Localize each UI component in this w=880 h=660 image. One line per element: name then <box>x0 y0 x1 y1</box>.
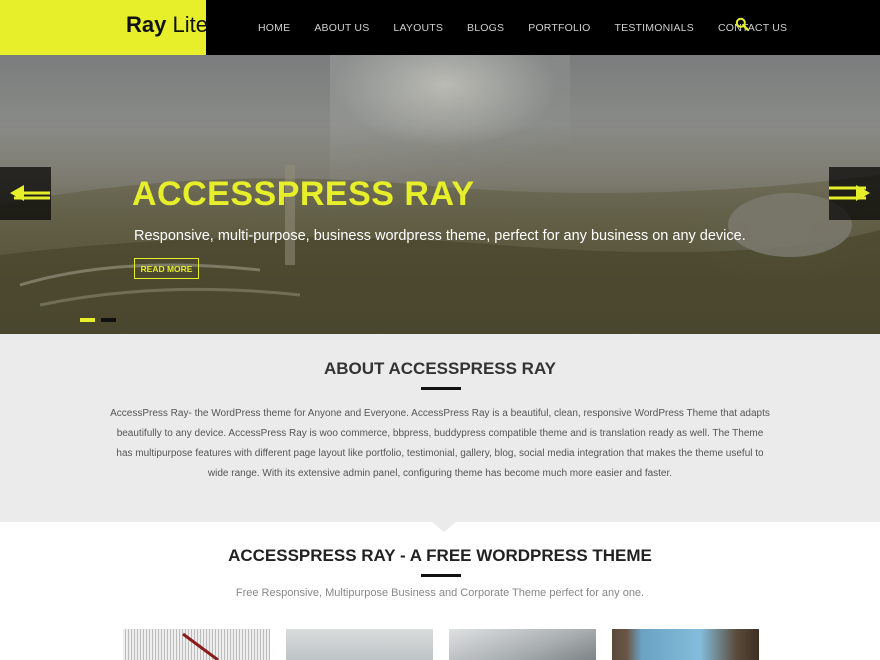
logo-text[interactable]: Ray Lite <box>126 12 208 38</box>
logo-bold: Ray <box>126 12 167 37</box>
slider-prev-button[interactable] <box>0 167 51 220</box>
free-theme-subtitle: Free Responsive, Multipurpose Business a… <box>235 587 645 599</box>
read-more-button[interactable]: READ MORE <box>134 258 199 279</box>
feature-thumbnail-3[interactable] <box>449 629 596 660</box>
slider-dot-1[interactable] <box>80 318 95 322</box>
logo-light: Lite <box>172 12 208 37</box>
site-logo[interactable]: Ray Lite <box>0 0 208 55</box>
nav-portfolio[interactable]: PORTFOLIO <box>516 22 602 34</box>
free-theme-underline <box>421 574 461 577</box>
about-section: ABOUT ACCESSPRESS RAY AccessPress Ray- t… <box>0 334 880 522</box>
free-theme-title: ACCESSPRESS RAY - A FREE WORDPRESS THEME <box>228 546 652 565</box>
main-nav: HOME ABOUT US LAYOUTS BLOGS PORTFOLIO TE… <box>246 0 799 55</box>
section-notch <box>432 522 456 532</box>
about-title-underline <box>421 387 461 390</box>
arrow-right-icon <box>829 185 870 201</box>
slider-pagination <box>80 318 116 322</box>
feature-thumbnail-1[interactable] <box>123 629 270 660</box>
feature-thumbnail-4[interactable] <box>612 629 759 660</box>
feature-thumbnail-2[interactable] <box>286 629 433 660</box>
arrow-left-icon <box>10 185 50 201</box>
hero-subtitle: Responsive, multi-purpose, business word… <box>134 228 746 244</box>
site-header: Ray Lite HOME ABOUT US LAYOUTS BLOGS POR… <box>0 0 880 55</box>
pen-document-image <box>182 632 219 660</box>
nav-about-us[interactable]: ABOUT US <box>302 22 381 34</box>
hero-slider: ACCESSPRESS RAY Responsive, multi-purpos… <box>0 55 880 334</box>
nav-testimonials[interactable]: TESTIMONIALS <box>603 22 706 34</box>
nav-home[interactable]: HOME <box>246 22 302 34</box>
about-text: AccessPress Ray- the WordPress theme for… <box>110 408 770 479</box>
nav-layouts[interactable]: LAYOUTS <box>381 22 455 34</box>
nav-blogs[interactable]: BLOGS <box>455 22 516 34</box>
slider-next-button[interactable] <box>829 167 880 220</box>
nav-contact-us[interactable]: CONTACT US <box>706 22 799 34</box>
feature-thumbnails <box>123 629 759 660</box>
about-title: ABOUT ACCESSPRESS RAY <box>323 359 557 378</box>
hero-title: ACCESSPRESS RAY <box>132 175 475 213</box>
slider-dot-2[interactable] <box>101 318 116 322</box>
search-icon[interactable] <box>735 17 749 31</box>
